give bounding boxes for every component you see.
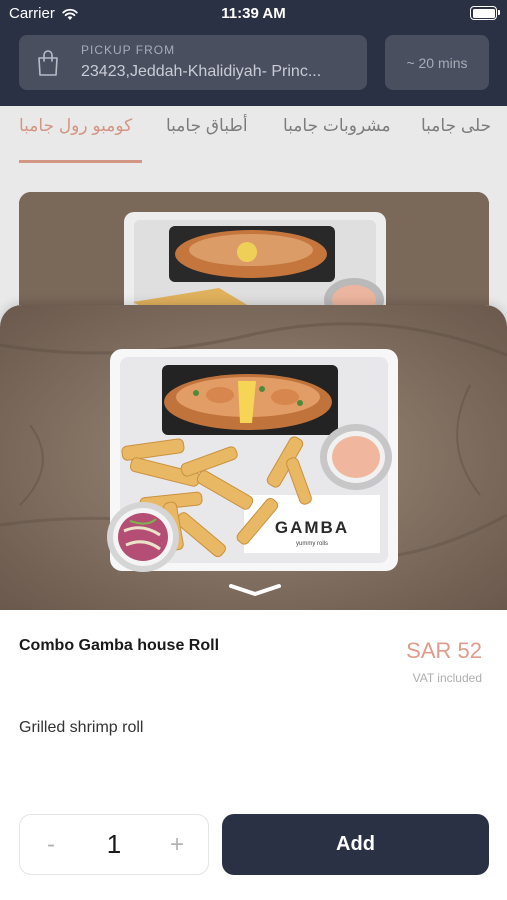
shopping-bag-icon xyxy=(38,50,58,76)
add-to-cart-button[interactable]: Add xyxy=(222,814,489,875)
product-name: Combo Gamba house Roll xyxy=(19,637,220,654)
pickup-location-selector[interactable]: PICKUP FROM 23423,Jeddah-Khalidiyah- Pri… xyxy=(19,35,367,90)
status-bar: Carrier 11:39 AM xyxy=(0,0,507,28)
increase-quantity-button[interactable]: + xyxy=(146,815,208,874)
vat-note: VAT included xyxy=(412,671,482,685)
status-time: 11:39 AM xyxy=(221,5,286,22)
gamba-logo-sub: yummy rolls xyxy=(296,541,328,547)
product-price: SAR 52 xyxy=(406,638,482,663)
quantity-stepper: - 1 + xyxy=(19,814,209,875)
eta-badge[interactable]: ~ 20 mins xyxy=(385,35,489,90)
product-description: Grilled shrimp roll xyxy=(19,719,144,736)
product-image: GAMBA yummy rolls xyxy=(0,305,507,610)
battery-icon xyxy=(470,6,500,20)
chevron-down-icon[interactable] xyxy=(228,583,282,597)
quantity-value: 1 xyxy=(106,829,122,859)
product-detail-sheet: GAMBA yummy rolls Combo Gamba house Roll… xyxy=(0,305,507,900)
gamba-logo: GAMBA xyxy=(275,518,349,537)
pickup-address: 23423,Jeddah-Khalidiyah- Princ... xyxy=(81,63,322,80)
decrease-quantity-button[interactable]: - xyxy=(20,815,82,874)
pickup-label: PICKUP FROM xyxy=(81,43,176,57)
top-header: Carrier 11:39 AM PICKUP FROM 23423,Jedda… xyxy=(0,0,507,106)
